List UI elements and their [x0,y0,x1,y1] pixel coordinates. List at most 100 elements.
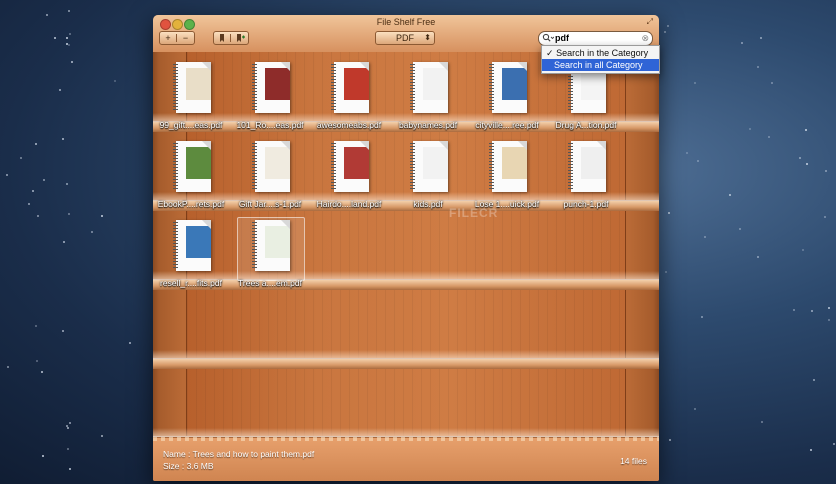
spiral-binding-icon [331,64,336,111]
pdf-document-icon [176,220,211,271]
add-button[interactable]: + [160,32,176,44]
star [58,89,61,91]
star [809,448,812,451]
file-name-label[interactable]: cityville....ree.pdf [462,120,552,130]
star [66,448,69,451]
star [833,442,836,445]
star [66,182,69,185]
pdf-file-item[interactable] [487,141,527,192]
file-name-label[interactable]: Drug A...tion.pdf [541,120,631,130]
star [767,135,770,138]
pdf-file-item[interactable] [566,141,606,192]
file-name-label[interactable]: awesomeabs.pdf [304,120,394,130]
pdf-file-item[interactable] [408,62,448,113]
bookmark-button[interactable] [214,32,230,46]
file-name-label[interactable]: Gift Jar....s-1.pdf [225,199,315,209]
spiral-binding-icon [173,143,178,190]
fullscreen-icon[interactable]: ⤢ [647,17,653,27]
add-bookmark-button[interactable] [231,32,248,46]
star [704,235,707,238]
pdf-file-item[interactable] [171,220,211,271]
star [62,240,65,243]
spiral-binding-icon [252,143,257,190]
star [805,129,808,132]
pdf-document-icon [255,62,290,113]
star [67,43,70,46]
file-name-label[interactable]: Trees a....em.pdf [225,278,315,288]
file-name-label[interactable]: Hairdo....land.pdf [304,199,394,209]
pdf-file-item[interactable] [329,141,369,192]
file-name-label[interactable]: kids.pdf [383,199,473,209]
file-name-label[interactable]: EbookP....rets.pdf [153,199,236,209]
pdf-file-item[interactable] [408,141,448,192]
page-fold-icon [202,141,211,150]
remove-button[interactable]: − [177,32,194,44]
pdf-document-icon [255,141,290,192]
star [823,215,826,218]
star [66,36,69,39]
star [664,271,667,274]
star [694,408,697,411]
star [54,37,57,40]
star [739,227,742,230]
cover-thumbnail [186,226,211,258]
pdf-file-item[interactable] [171,62,211,113]
star [68,10,71,13]
menu-item-search-in-category[interactable]: ✓ Search in the Category [542,47,659,59]
file-name-label[interactable]: Lose 1....uick.pdf [462,199,552,209]
file-name-label[interactable]: 101_Ro....eas.pdf [225,120,315,130]
pdf-document-icon [413,62,448,113]
spiral-binding-icon [331,143,336,190]
star [40,371,43,374]
star [7,366,10,369]
star [62,329,65,332]
clear-search-icon[interactable]: ⊗ [641,32,649,45]
pdf-file-item[interactable] [250,62,290,113]
pdf-file-item[interactable] [171,141,211,192]
pdf-document-icon [334,141,369,192]
shelf-plank [153,358,659,369]
file-name-label[interactable]: punch-1.pdf [541,199,631,209]
spiral-binding-icon [489,143,494,190]
star [32,190,35,193]
pdf-file-item[interactable] [250,220,290,271]
file-name-label[interactable]: 99_gift....eas.pdf [153,120,236,130]
star [740,41,743,44]
cover-thumbnail [344,68,369,100]
selected-file-size: Size : 3.6 MB [163,461,214,471]
search-icon [542,33,554,42]
pdf-file-item[interactable] [329,62,369,113]
star [69,33,72,36]
file-name-label[interactable]: resell_r....fits.pdf [153,278,236,288]
star [35,359,38,362]
category-select[interactable]: PDF ⬍ [375,31,435,45]
search-field[interactable]: pdf ⊗ [538,31,653,46]
add-bookmark-icon [236,34,245,42]
search-input[interactable]: pdf [555,32,569,45]
pdf-file-item[interactable] [250,141,290,192]
spiral-binding-icon [252,222,257,269]
pdf-document-icon [492,62,527,113]
file-name-label[interactable]: babynames.pdf [383,120,473,130]
star [685,152,688,155]
bookshelf: FILECR 99_gift....eas.pdf 101_Ro....eas.p… [153,52,659,447]
star [5,174,8,177]
star [20,156,23,159]
star [812,378,815,381]
selected-file-name: Name : Trees and how to paint them.pdf [163,449,315,459]
bookmark-icon [220,34,224,42]
star [41,454,44,457]
page-fold-icon [597,141,606,150]
menu-item-search-in-all[interactable]: Search in all Category [542,59,659,71]
page-fold-icon [281,62,290,71]
star [798,157,801,160]
pdf-document-icon [255,220,290,271]
cover-thumbnail [344,147,369,179]
star [66,427,69,430]
page-fold-icon [202,62,211,71]
shelf-glass [153,428,659,436]
star [761,420,764,423]
pdf-document-icon [176,141,211,192]
pdf-file-item[interactable] [487,62,527,113]
star [43,178,46,181]
